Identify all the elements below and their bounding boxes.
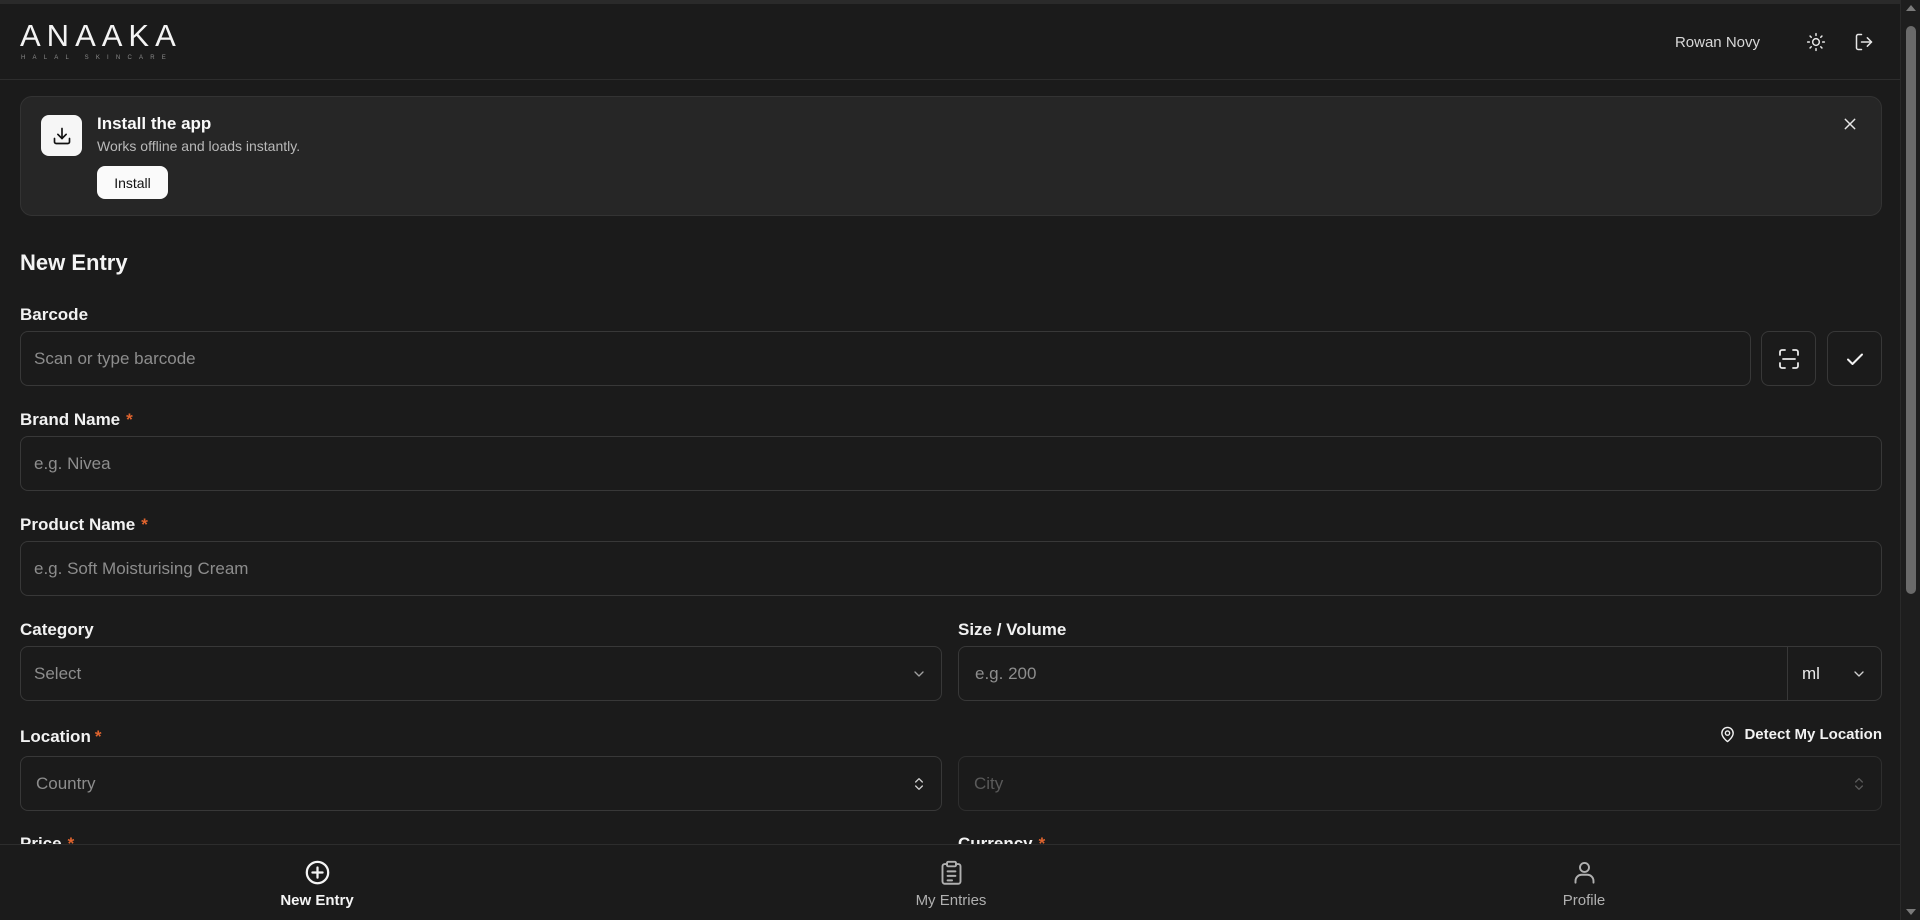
logout-icon [1855,33,1873,51]
city-select[interactable]: City [958,756,1882,811]
banner-close-button[interactable] [1839,113,1861,135]
scrollbar-thumb[interactable] [1906,26,1916,594]
page-scrollbar[interactable] [1900,0,1920,920]
unit-select[interactable]: ml [1802,647,1820,700]
required-marker: * [141,515,148,534]
category-value: Select [34,663,82,683]
size-volume-input[interactable]: e.g. 200 ml [958,646,1882,701]
size-volume-placeholder: e.g. 200 [975,663,1037,683]
scan-barcode-button[interactable] [1761,331,1816,386]
clipboard-icon [941,860,961,885]
map-pin-icon [1721,726,1735,743]
chevron-down-icon [1854,670,1864,677]
scroll-up-arrow-icon[interactable] [1906,5,1916,11]
user-icon [1574,861,1594,884]
chevrons-up-down-icon [1855,777,1863,790]
product-name-placeholder: e.g. Soft Moisturising Cream [34,558,249,578]
size-volume-label: Size / Volume [958,620,1066,640]
product-name-input[interactable]: e.g. Soft Moisturising Cream [20,541,1882,596]
nav-label: My Entries [915,892,987,909]
chevron-down-icon [914,670,924,677]
required-marker: * [126,410,133,429]
detect-location-button[interactable]: Detect My Location [1719,726,1882,743]
nav-new-entry[interactable]: New Entry [247,859,387,909]
detect-location-label: Detect My Location [1744,726,1882,743]
barcode-input[interactable]: Scan or type barcode [20,331,1751,386]
required-marker: * [94,727,102,746]
sun-icon [1806,32,1826,52]
logout-button[interactable] [1850,28,1878,56]
size-volume-label-text: Size / Volume [958,620,1067,639]
theme-toggle-button[interactable] [1802,28,1830,56]
product-name-label: Product Name * [20,515,148,535]
unit-value: ml [1802,663,1820,683]
user-name: Rowan Novy [1674,33,1760,51]
brand-name-input[interactable]: e.g. Nivea [20,436,1882,491]
chevrons-up-down-icon [915,777,923,790]
barcode-label: Barcode [20,305,88,325]
install-app-banner: Install the app Works offline and loads … [20,96,1882,216]
brand-logo[interactable]: ANAAKA HALAL SKINCARE [20,20,182,63]
check-icon [1846,353,1863,365]
nav-my-entries[interactable]: My Entries [881,859,1021,909]
brand-name-label: Brand Name * [20,410,133,430]
brand-name-label-text: Brand Name [20,410,121,429]
banner-icon-box [41,115,82,156]
bottom-navigation: New Entry My Entries Profile [0,844,1900,920]
barcode-placeholder: Scan or type barcode [34,348,196,368]
banner-subtitle: Works offline and loads instantly. [97,138,301,154]
confirm-barcode-button[interactable] [1827,331,1882,386]
country-select[interactable]: Country [20,756,942,811]
location-label: Location * [20,727,101,747]
scroll-down-arrow-icon[interactable] [1906,909,1916,915]
category-label-text: Category [20,620,94,639]
download-icon [53,127,70,144]
scan-icon [1778,348,1799,369]
nav-profile[interactable]: Profile [1514,859,1654,909]
banner-title: Install the app [97,114,212,133]
page-title: New Entry [20,250,128,275]
category-select[interactable]: Select [20,646,942,701]
close-icon [1844,118,1856,130]
unit-divider [1787,647,1788,700]
location-label-text: Location [20,727,91,746]
brand-name-placeholder: e.g. Nivea [34,453,111,473]
logo-wordmark: ANAAKA [20,18,182,53]
country-placeholder: Country [36,773,96,793]
nav-label: Profile [1562,892,1606,909]
install-button[interactable]: Install [97,166,168,199]
category-label: Category [20,620,94,640]
city-placeholder: City [974,773,1004,793]
header-actions: Rowan Novy [1675,28,1878,56]
product-name-label-text: Product Name [20,515,136,534]
app-header: ANAAKA HALAL SKINCARE Rowan Novy [0,4,1900,80]
barcode-label-text: Barcode [20,305,89,324]
plus-circle-icon [305,860,329,885]
logo-tagline: HALAL SKINCARE [21,55,173,61]
nav-label: New Entry [280,892,354,909]
